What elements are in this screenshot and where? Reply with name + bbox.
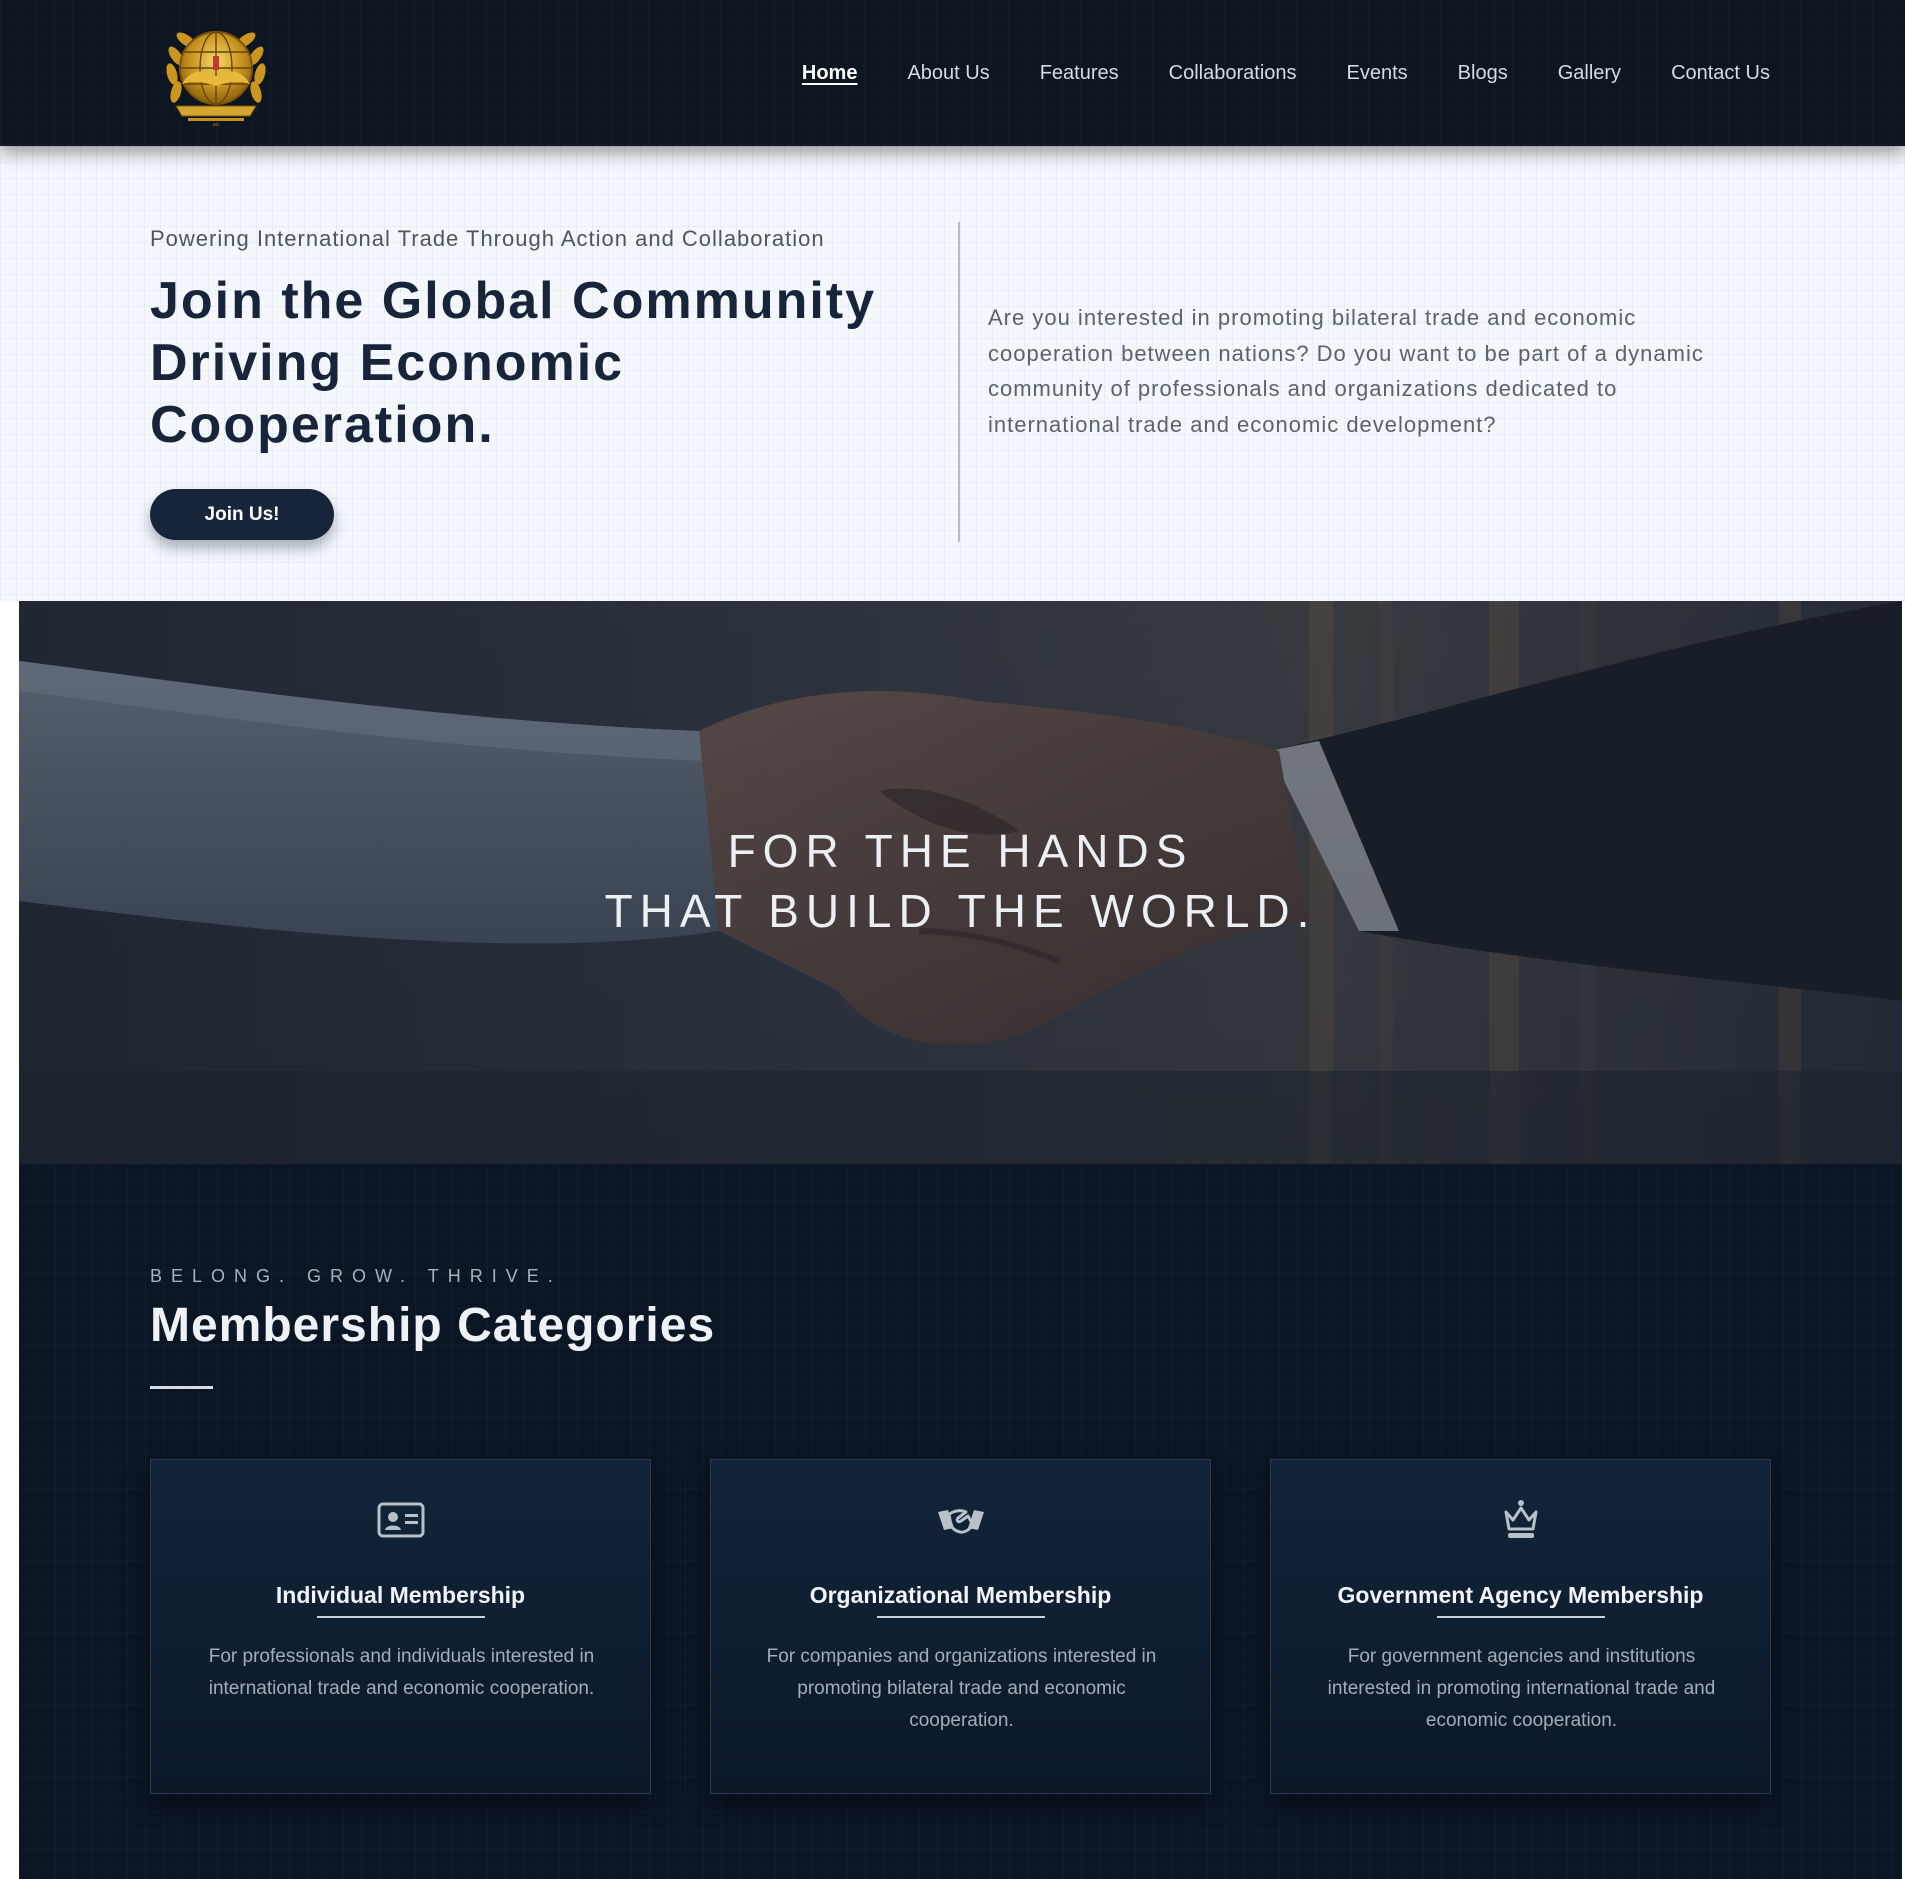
id-card-icon [377, 1502, 425, 1538]
nav-collaborations[interactable]: Collaborations [1169, 62, 1297, 85]
nav-events[interactable]: Events [1347, 62, 1408, 85]
intro-description: Are you interested in promoting bilatera… [988, 305, 1704, 437]
membership-cards: Individual Membership For professionals … [150, 1459, 1771, 1794]
nav-contact-us[interactable]: Contact Us [1671, 62, 1770, 85]
title-underline [150, 1386, 213, 1389]
membership-kicker: BELONG. GROW. THRIVE. [150, 1266, 562, 1286]
card-title: Organizational Membership [809, 1582, 1112, 1608]
nav-features[interactable]: Features [1040, 62, 1119, 85]
card-title: Individual Membership [275, 1582, 526, 1608]
nav-gallery[interactable]: Gallery [1558, 62, 1621, 85]
card-rule [317, 1616, 485, 1618]
hero-line-1: FOR THE HANDS [727, 825, 1194, 877]
membership-title: Membership Categories [150, 1299, 716, 1352]
card-description: For professionals and individuals intere… [208, 1646, 595, 1699]
handshake-icon [938, 1509, 984, 1534]
hero-line-2: THAT BUILD THE WORLD. [604, 885, 1317, 937]
membership-card-individual[interactable]: Individual Membership For professionals … [150, 1459, 651, 1794]
card-description: For government agencies and institutions… [1327, 1646, 1716, 1731]
membership-section: BELONG. GROW. THRIVE. Membership Categor… [19, 1164, 1902, 1879]
hero-banner: FOR THE HANDS THAT BUILD THE WORLD. [19, 601, 1902, 1164]
nav-about-us[interactable]: About Us [907, 62, 989, 85]
intro-tagline: Powering International Trade Through Act… [150, 226, 825, 251]
site-header: est Home About Us Features Collaboration… [0, 0, 1905, 146]
membership-card-government[interactable]: Government Agency Membership For governm… [1270, 1459, 1771, 1794]
site-logo[interactable]: est [158, 16, 274, 132]
membership-card-organizational[interactable]: Organizational Membership For companies … [710, 1459, 1211, 1794]
card-rule [1437, 1616, 1605, 1618]
intro-divider [958, 222, 960, 542]
nav-blogs[interactable]: Blogs [1458, 62, 1508, 85]
hero-heading: FOR THE HANDS THAT BUILD THE WORLD. [19, 821, 1902, 941]
join-us-button[interactable]: Join Us! [150, 489, 334, 540]
svg-text:est: est [213, 122, 220, 127]
main-nav: Home About Us Features Collaborations Ev… [752, 0, 1770, 146]
card-rule [877, 1616, 1045, 1618]
crown-icon [1504, 1500, 1538, 1538]
intro-section: Powering International Trade Through Act… [0, 146, 1905, 601]
nav-home[interactable]: Home [802, 62, 858, 85]
intro-title: Join the Global Community Driving Econom… [150, 272, 877, 454]
card-title: Government Agency Membership [1337, 1582, 1704, 1608]
card-description: For companies and organizations interest… [766, 1646, 1157, 1731]
